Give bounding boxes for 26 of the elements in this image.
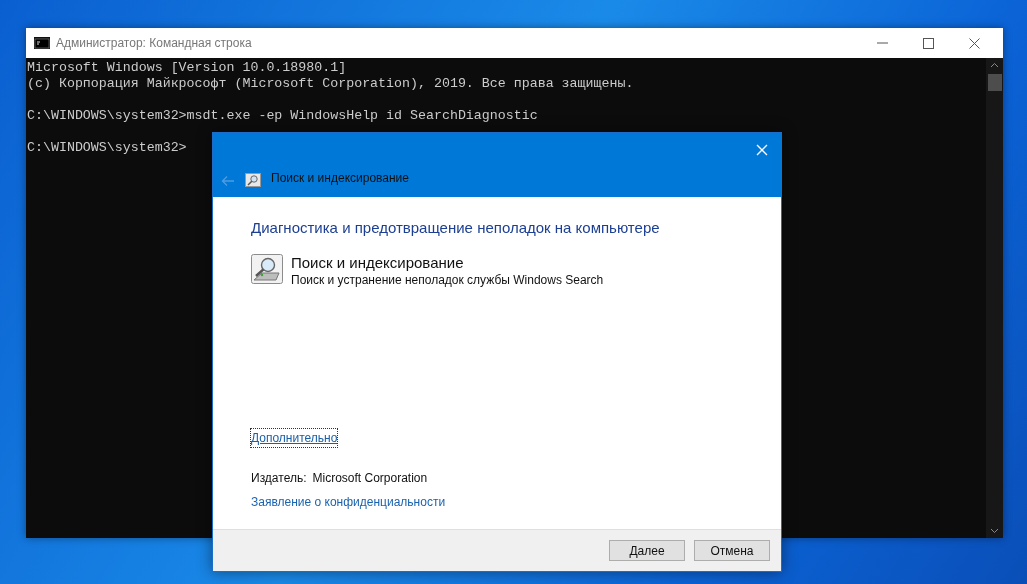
console-line: C:\WINDOWS\system32>msdt.exe -ep WindowsHelp id SearchDiagnostic: [27, 108, 538, 124]
advanced-link[interactable]: Дополнительно: [251, 429, 338, 447]
scroll-down-icon[interactable]: [990, 528, 999, 534]
publisher-label: Издатель:: [251, 471, 307, 485]
privacy-link[interactable]: Заявление о конфиденциальности: [251, 493, 446, 511]
search-tool-icon: [245, 173, 261, 187]
close-icon: [968, 37, 980, 49]
troubleshooter-description: Поиск и устранение неполадок службы Windows Search: [291, 272, 604, 289]
minimize-icon: [876, 42, 888, 44]
cancel-button[interactable]: Отмена: [694, 540, 770, 561]
troubleshooter-title[interactable]: Поиск и индексирование: [291, 254, 604, 271]
scroll-bar[interactable]: [986, 58, 1003, 538]
next-button[interactable]: Далее: [609, 540, 685, 561]
console-icon: [34, 37, 50, 49]
console-line: (c) Корпорация Майкрософт (Microsoft Corporation), 2019. Все права защищены.: [27, 76, 634, 92]
window-title: Администратор: Командная строка: [56, 35, 252, 52]
scroll-thumb[interactable]: [987, 74, 1002, 91]
console-line: C:\WINDOWS\system32>: [27, 140, 187, 156]
maximize-icon: [922, 37, 934, 49]
dialog-title: Поиск и индексирование: [271, 170, 409, 187]
page-heading: Диагностика и предотвращение неполадок на компьютере: [251, 219, 661, 237]
console-line: Microsoft Windows [Version 10.0.18980.1]: [27, 60, 347, 76]
publisher-name: Microsoft Corporation: [312, 471, 428, 485]
scroll-up-icon[interactable]: [990, 62, 999, 68]
close-icon: [756, 144, 768, 156]
search-indexing-icon: [251, 254, 283, 284]
